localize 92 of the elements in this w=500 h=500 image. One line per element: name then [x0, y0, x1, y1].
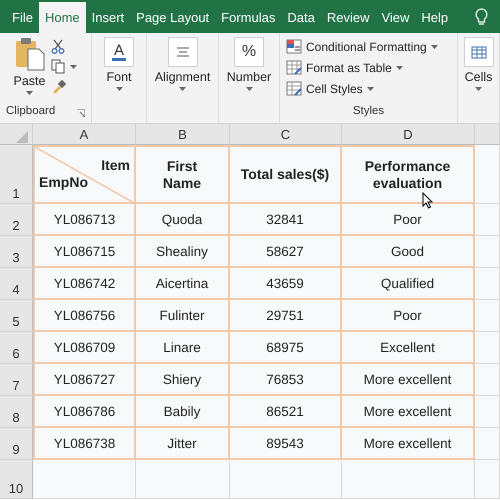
table-cell: YL086742 [54, 276, 116, 290]
caret-icon [26, 91, 33, 95]
style-command-icon [286, 81, 302, 96]
copy-icon[interactable] [51, 59, 66, 74]
group-label: Styles [352, 105, 384, 119]
table-cell: YL086756 [54, 308, 116, 322]
row-header[interactable]: 4 [0, 268, 33, 300]
table-cell: YL086709 [54, 340, 116, 354]
ribbon-tab[interactable]: File [6, 2, 39, 33]
format-painter-icon[interactable] [51, 79, 66, 94]
font-color-glyph: A [112, 43, 126, 61]
table-cell: Quoda [162, 212, 202, 226]
caret-icon [70, 64, 78, 68]
table-cell: 29751 [266, 308, 304, 322]
ribbon-tab[interactable]: Data [281, 2, 321, 33]
table-cell: Shiery [162, 372, 202, 386]
style-command[interactable]: Cell Styles [286, 81, 451, 96]
lightbulb-icon[interactable] [475, 8, 488, 26]
caret-icon [430, 44, 438, 48]
ribbon-tab[interactable]: Home [38, 2, 86, 33]
row-header[interactable]: 7 [0, 364, 33, 396]
table-cell: Poor [393, 212, 422, 226]
table-cell: YL086786 [54, 404, 116, 418]
row-header[interactable]: 6 [0, 332, 33, 364]
header-text: Total sales($) [240, 166, 330, 183]
select-all-icon[interactable] [16, 131, 28, 143]
header-text: Item [101, 157, 130, 173]
scissors-icon[interactable] [51, 39, 66, 54]
table-cell: 32841 [266, 212, 304, 226]
ribbon-tab[interactable]: Review [320, 2, 376, 33]
caret-icon [366, 86, 374, 90]
table-cell: 68975 [266, 340, 304, 354]
row-header[interactable]: 2 [0, 204, 33, 236]
table-cell: Good [390, 244, 424, 258]
table-cell: Babily [164, 404, 200, 418]
ribbon-tab[interactable]: Formulas [215, 2, 282, 33]
row-header[interactable]: 5 [0, 300, 33, 332]
column-header[interactable]: B [136, 124, 230, 145]
caret-icon [396, 66, 403, 70]
clipboard-icon [14, 37, 44, 71]
number-button[interactable]: % Number [226, 37, 272, 91]
table-cell: Aicertina [156, 276, 208, 290]
table-cell: Poor [393, 308, 422, 322]
table-cell: 89543 [266, 436, 304, 450]
row-header[interactable]: 8 [0, 396, 33, 428]
paste-button[interactable]: Paste [14, 37, 46, 95]
style-command[interactable]: Format as Table [286, 60, 451, 75]
row-header[interactable]: 9 [0, 428, 33, 460]
table-cell: More excellent [364, 404, 452, 418]
table-grid-icon [470, 45, 486, 59]
header-text: EmpNo [39, 174, 88, 190]
ribbon-tab[interactable]: Page Layout [130, 2, 216, 33]
row-header[interactable]: 3 [0, 236, 33, 268]
table-cell: More excellent [364, 372, 452, 386]
ribbon-tab[interactable]: Insert [86, 2, 130, 33]
column-header[interactable] [475, 124, 500, 145]
caret-icon [179, 87, 186, 91]
caret-icon [246, 87, 252, 91]
percent-glyph: % [242, 43, 256, 61]
table-cell: Linare [163, 340, 201, 354]
group-label: Clipboard [6, 105, 56, 119]
header-text: First Name [162, 158, 202, 192]
table-cell: Qualified [380, 276, 434, 290]
table-cell: Shealiny [156, 244, 208, 258]
table-cell: 58627 [266, 244, 304, 258]
dialog-launcher-icon[interactable] [77, 109, 85, 117]
header-text: Performance evaluation [364, 158, 452, 192]
row-header[interactable]: 10 [0, 460, 33, 499]
column-header[interactable]: A [33, 124, 136, 145]
caret-icon [116, 87, 122, 91]
table-cell: Jitter [167, 436, 197, 450]
ribbon-tab[interactable]: Help [415, 2, 454, 33]
table-cell: YL086738 [54, 436, 116, 450]
row-header[interactable]: 1 [0, 145, 33, 204]
align-center-icon [176, 47, 190, 57]
caret-icon [475, 87, 482, 91]
table-cell: Fulinter [159, 308, 204, 322]
table-cell: YL086727 [54, 372, 116, 386]
alignment-button[interactable]: Alignment [154, 37, 210, 91]
style-command-icon [286, 39, 302, 54]
table-cell: 86521 [266, 404, 304, 418]
column-header[interactable]: D [342, 124, 475, 145]
style-command[interactable]: Conditional Formatting [286, 39, 451, 54]
table-cell: 43659 [266, 276, 304, 290]
table-cell: Excellent [380, 340, 435, 354]
table-cell: 76853 [266, 372, 304, 386]
style-command-icon [286, 60, 302, 75]
table-cell: More excellent [364, 436, 452, 450]
table-cell: YL086713 [54, 212, 116, 226]
table-cell: YL086715 [54, 244, 116, 258]
column-header[interactable]: C [230, 124, 342, 145]
ribbon-tab[interactable]: View [375, 2, 416, 33]
